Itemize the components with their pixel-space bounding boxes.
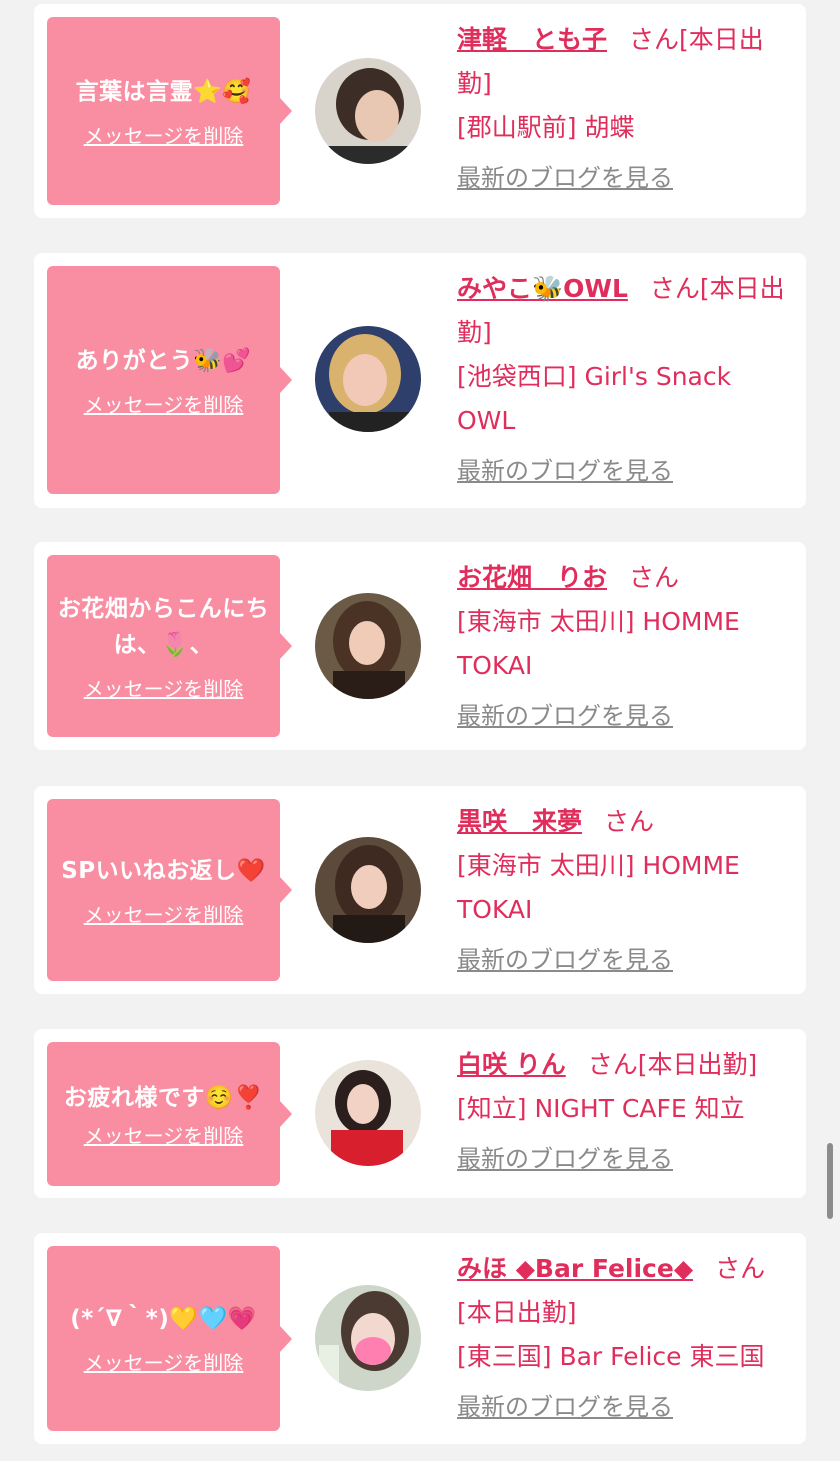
girl-profile-photo-icon [315,326,421,432]
shop-name: [知立] NIGHT CAFE 知立 [457,1094,745,1123]
latest-blog-link[interactable]: 最新のブログを見る [457,1385,797,1429]
latest-blog-link[interactable]: 最新のブログを見る [457,449,797,493]
shop-name: [東海市 太田川] HOMME TOKAI [457,607,740,680]
shop-name: [池袋西口] Girl's Snack OWL [457,362,732,435]
cast-name-link[interactable]: 黒咲 来夢 [457,807,582,836]
cast-info: みやこ🐝OWL さん[本日出勤] [池袋西口] Girl's Snack OWL … [457,267,797,493]
avatar[interactable] [315,1060,421,1166]
delete-message-link[interactable]: メッセージを削除 [84,120,244,149]
delete-message-link[interactable]: メッセージを削除 [84,1120,244,1149]
work-status: [本日出勤] [457,1298,577,1327]
shop-name: [東三国] Bar Felice 東三国 [457,1342,765,1371]
message-text: ありがとう🐝💕 [75,347,252,374]
delete-message-link[interactable]: メッセージを削除 [84,1347,244,1376]
message-text: SPいいねお返し❤️ [61,857,266,884]
avatar[interactable] [315,593,421,699]
message-bubble: お花畑からこんにちは、🌷、 メッセージを削除 [47,555,292,737]
work-status: [本日出勤] [637,1050,758,1079]
cast-name-link[interactable]: お花畑 りお [457,563,607,592]
cast-name-link[interactable]: みほ ◆Bar Felice◆ [457,1254,693,1283]
latest-blog-link[interactable]: 最新のブログを見る [457,156,797,200]
message-text: お疲れ様です☺️❣️ [63,1084,264,1111]
girl-profile-photo-icon [315,58,421,164]
honorific: さん [629,25,680,54]
latest-blog-link[interactable]: 最新のブログを見る [457,694,797,738]
message-bubble: ありがとう🐝💕 メッセージを削除 [47,266,292,494]
message-bubble: 言葉は言霊⭐🥰 メッセージを削除 [47,17,292,205]
girl-profile-photo-icon [315,593,421,699]
avatar[interactable] [315,837,421,943]
message-text: お花畑からこんにちは、🌷、 [57,595,270,658]
message-text: 言葉は言霊⭐🥰 [75,78,252,105]
cast-name-link[interactable]: みやこ🐝OWL [457,274,628,303]
shop-name: [東海市 太田川] HOMME TOKAI [457,851,740,924]
honorific: さん [604,807,655,836]
honorific: さん [649,274,700,303]
message-card: お疲れ様です☺️❣️ メッセージを削除 白咲 りん さん[本日出勤] [知立] N… [34,1029,806,1198]
girl-profile-photo-icon [315,1060,421,1166]
honorific: さん [715,1254,766,1283]
girl-profile-photo-icon [315,1285,421,1391]
message-card: ありがとう🐝💕 メッセージを削除 みやこ🐝OWL さん[本日出勤] [池袋西口] … [34,253,806,508]
cast-name-link[interactable]: 津軽 とも子 [457,25,607,54]
message-card: (*´∇｀*)💛🩵💗 メッセージを削除 みほ ◆Bar Felice◆ さん [本… [34,1233,806,1444]
message-text: (*´∇｀*)💛🩵💗 [70,1306,257,1332]
delete-message-link[interactable]: メッセージを削除 [84,673,244,702]
avatar[interactable] [315,1285,421,1391]
delete-message-link[interactable]: メッセージを削除 [84,389,244,418]
latest-blog-link[interactable]: 最新のブログを見る [457,1137,807,1181]
scrollbar[interactable] [827,1143,833,1219]
avatar[interactable] [315,326,421,432]
girl-profile-photo-icon [315,837,421,943]
honorific: さん [587,1050,638,1079]
message-bubble: SPいいねお返し❤️ メッセージを削除 [47,799,292,981]
cast-info: 黒咲 来夢 さん [東海市 太田川] HOMME TOKAI 最新のブログを見る [457,800,797,982]
avatar[interactable] [315,58,421,164]
shop-name: [郡山駅前] 胡蝶 [457,113,635,142]
cast-info: お花畑 りお さん [東海市 太田川] HOMME TOKAI 最新のブログを見る [457,556,797,738]
cast-info: みほ ◆Bar Felice◆ さん [本日出勤] [東三国] Bar Felic… [457,1247,797,1429]
message-bubble: (*´∇｀*)💛🩵💗 メッセージを削除 [47,1246,292,1431]
delete-message-link[interactable]: メッセージを削除 [84,899,244,928]
cast-info: 津軽 とも子 さん[本日出勤] [郡山駅前] 胡蝶 最新のブログを見る [457,18,797,200]
message-card: SPいいねお返し❤️ メッセージを削除 黒咲 来夢 さん [東海市 太田川] HO… [34,786,806,994]
latest-blog-link[interactable]: 最新のブログを見る [457,938,797,982]
cast-name-link[interactable]: 白咲 りん [457,1050,566,1079]
message-bubble: お疲れ様です☺️❣️ メッセージを削除 [47,1042,292,1186]
cast-info: 白咲 りん さん[本日出勤] [知立] NIGHT CAFE 知立 最新のブログを… [457,1043,807,1181]
message-card: お花畑からこんにちは、🌷、 メッセージを削除 お花畑 りお さん [東海市 太田川… [34,542,806,750]
honorific: さん [629,563,680,592]
message-card: 言葉は言霊⭐🥰 メッセージを削除 津軽 とも子 さん[本日出勤] [郡山駅前] 胡… [34,4,806,218]
